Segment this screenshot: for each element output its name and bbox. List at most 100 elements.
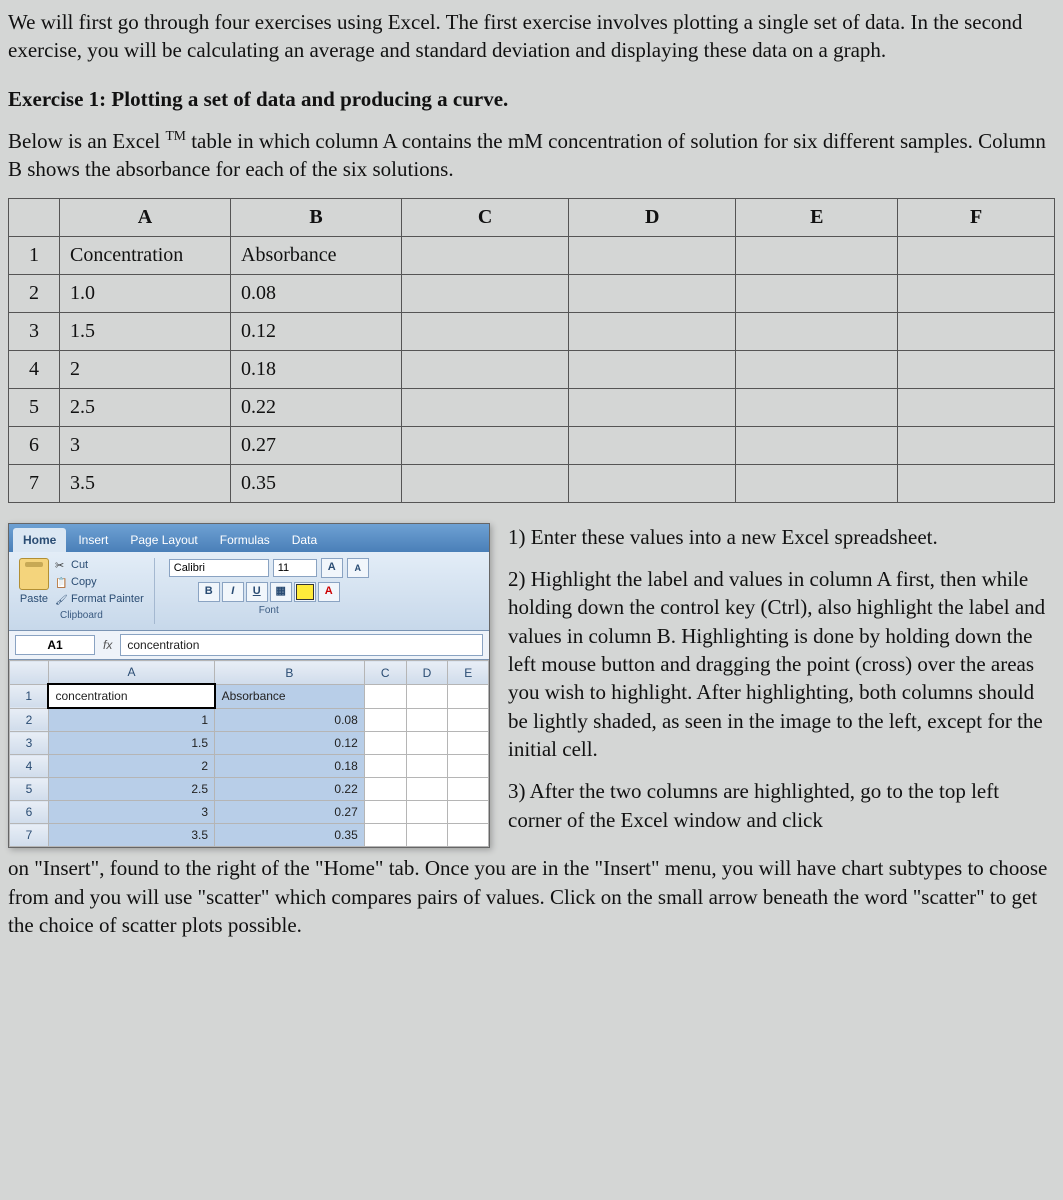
paste-button[interactable]: Paste [19,558,49,607]
sheet-row[interactable]: 210.08 [10,708,489,732]
sheet-row[interactable]: 73.50.35 [10,824,489,847]
sheet-cell[interactable]: 0.12 [215,732,365,755]
cut-button[interactable]: Cut [55,558,144,573]
cell-c [402,236,569,274]
shrink-font-button[interactable]: A [347,558,369,578]
sheet-row-header[interactable]: 2 [10,708,49,732]
tab-data[interactable]: Data [282,528,327,552]
sheet-cell[interactable]: 2.5 [48,778,214,801]
table-row: 21.00.08 [9,274,1055,312]
sheet-cell[interactable]: 0.35 [215,824,365,847]
sheet-corner[interactable] [10,661,49,685]
row-number: 2 [9,274,60,312]
sheet-cell[interactable] [448,708,489,732]
sheet-cell[interactable] [448,778,489,801]
sheet-cell[interactable] [364,684,406,708]
sheet-cell[interactable]: 0.27 [215,801,365,824]
tab-page-layout[interactable]: Page Layout [120,528,207,552]
cell-f [898,274,1055,312]
tab-home[interactable]: Home [13,528,66,552]
cell-d [569,236,736,274]
cell-b: 0.27 [231,426,402,464]
copy-button[interactable]: Copy [55,575,144,590]
sheet-cell[interactable] [448,801,489,824]
sheet-cell[interactable] [364,755,406,778]
sheet-cell[interactable] [406,755,448,778]
table-row: 31.50.12 [9,312,1055,350]
sheet-cell[interactable]: 0.08 [215,708,365,732]
sheet-cell[interactable] [406,778,448,801]
ribbon-tabs: Home Insert Page Layout Formulas Data [9,524,489,552]
sheet-cell[interactable]: 0.18 [215,755,365,778]
sheet-row[interactable]: 52.50.22 [10,778,489,801]
font-color-button[interactable]: A [318,582,340,602]
sheet-cell[interactable] [406,824,448,847]
sheet-col-header[interactable]: D [406,661,448,685]
sheet-cell[interactable] [406,708,448,732]
cell-a: 2 [60,350,231,388]
bold-button[interactable]: B [198,582,220,602]
tab-formulas[interactable]: Formulas [210,528,280,552]
cell-d [569,350,736,388]
sheet-cell[interactable] [406,732,448,755]
fx-icon[interactable]: fx [103,637,112,653]
sheet-cell[interactable]: 2 [48,755,214,778]
sheet-cell[interactable] [448,684,489,708]
exercise-intro-a: Below is an Excel [8,129,165,153]
step-2: 2) Highlight the label and values in col… [508,565,1055,763]
sheet-row-header[interactable]: 3 [10,732,49,755]
name-box[interactable] [15,635,95,655]
sheet-cell[interactable]: concentration [48,684,214,708]
row-number: 4 [9,350,60,388]
formula-bar[interactable]: concentration [120,634,483,656]
cell-d [569,464,736,502]
sheet-col-header[interactable]: B [215,661,365,685]
sheet-cell[interactable]: 1.5 [48,732,214,755]
underline-button[interactable]: U [246,582,268,602]
sheet-cell[interactable] [406,684,448,708]
sheet-row[interactable]: 630.27 [10,801,489,824]
sheet-row-header[interactable]: 1 [10,684,49,708]
table-row: 630.27 [9,426,1055,464]
sheet-cell[interactable] [364,778,406,801]
sheet-row[interactable]: 420.18 [10,755,489,778]
tab-insert[interactable]: Insert [68,528,118,552]
sheet-cell[interactable] [448,755,489,778]
cell-b: 0.22 [231,388,402,426]
sheet-cell[interactable]: 1 [48,708,214,732]
sheet-row[interactable]: 31.50.12 [10,732,489,755]
sheet-col-header[interactable]: A [48,661,214,685]
sheet-cell[interactable] [364,824,406,847]
cell-a: Concentration [60,236,231,274]
sheet-cell[interactable]: 3 [48,801,214,824]
sheet-cell[interactable] [448,732,489,755]
sheet-row[interactable]: 1concentrationAbsorbance [10,684,489,708]
sheet-cell[interactable] [364,732,406,755]
sheet-row-header[interactable]: 5 [10,778,49,801]
sheet-cell[interactable] [406,801,448,824]
mini-sheet[interactable]: A B C D E 1concentrationAbsorbance210.08… [9,660,489,847]
sheet-cell[interactable]: 0.22 [215,778,365,801]
sheet-row-header[interactable]: 4 [10,755,49,778]
sheet-col-header[interactable]: E [448,661,489,685]
sheet-cell[interactable] [364,801,406,824]
sheet-cell[interactable]: 3.5 [48,824,214,847]
font-size-select[interactable] [273,559,317,577]
sheet-cell[interactable] [364,708,406,732]
font-name-select[interactable] [169,559,269,577]
grow-font-button[interactable]: A [321,558,343,578]
col-header: A [60,198,231,236]
format-painter-button[interactable]: Format Painter [55,592,144,607]
italic-button[interactable]: I [222,582,244,602]
cut-label: Cut [71,558,88,573]
sheet-cell[interactable]: Absorbance [215,684,365,708]
cell-f [898,388,1055,426]
sheet-cell[interactable] [448,824,489,847]
fill-color-button[interactable] [294,582,316,602]
cell-f [898,236,1055,274]
sheet-row-header[interactable]: 6 [10,801,49,824]
cut-icon [55,559,67,571]
border-button[interactable]: ▦ [270,582,292,602]
sheet-row-header[interactable]: 7 [10,824,49,847]
sheet-col-header[interactable]: C [364,661,406,685]
